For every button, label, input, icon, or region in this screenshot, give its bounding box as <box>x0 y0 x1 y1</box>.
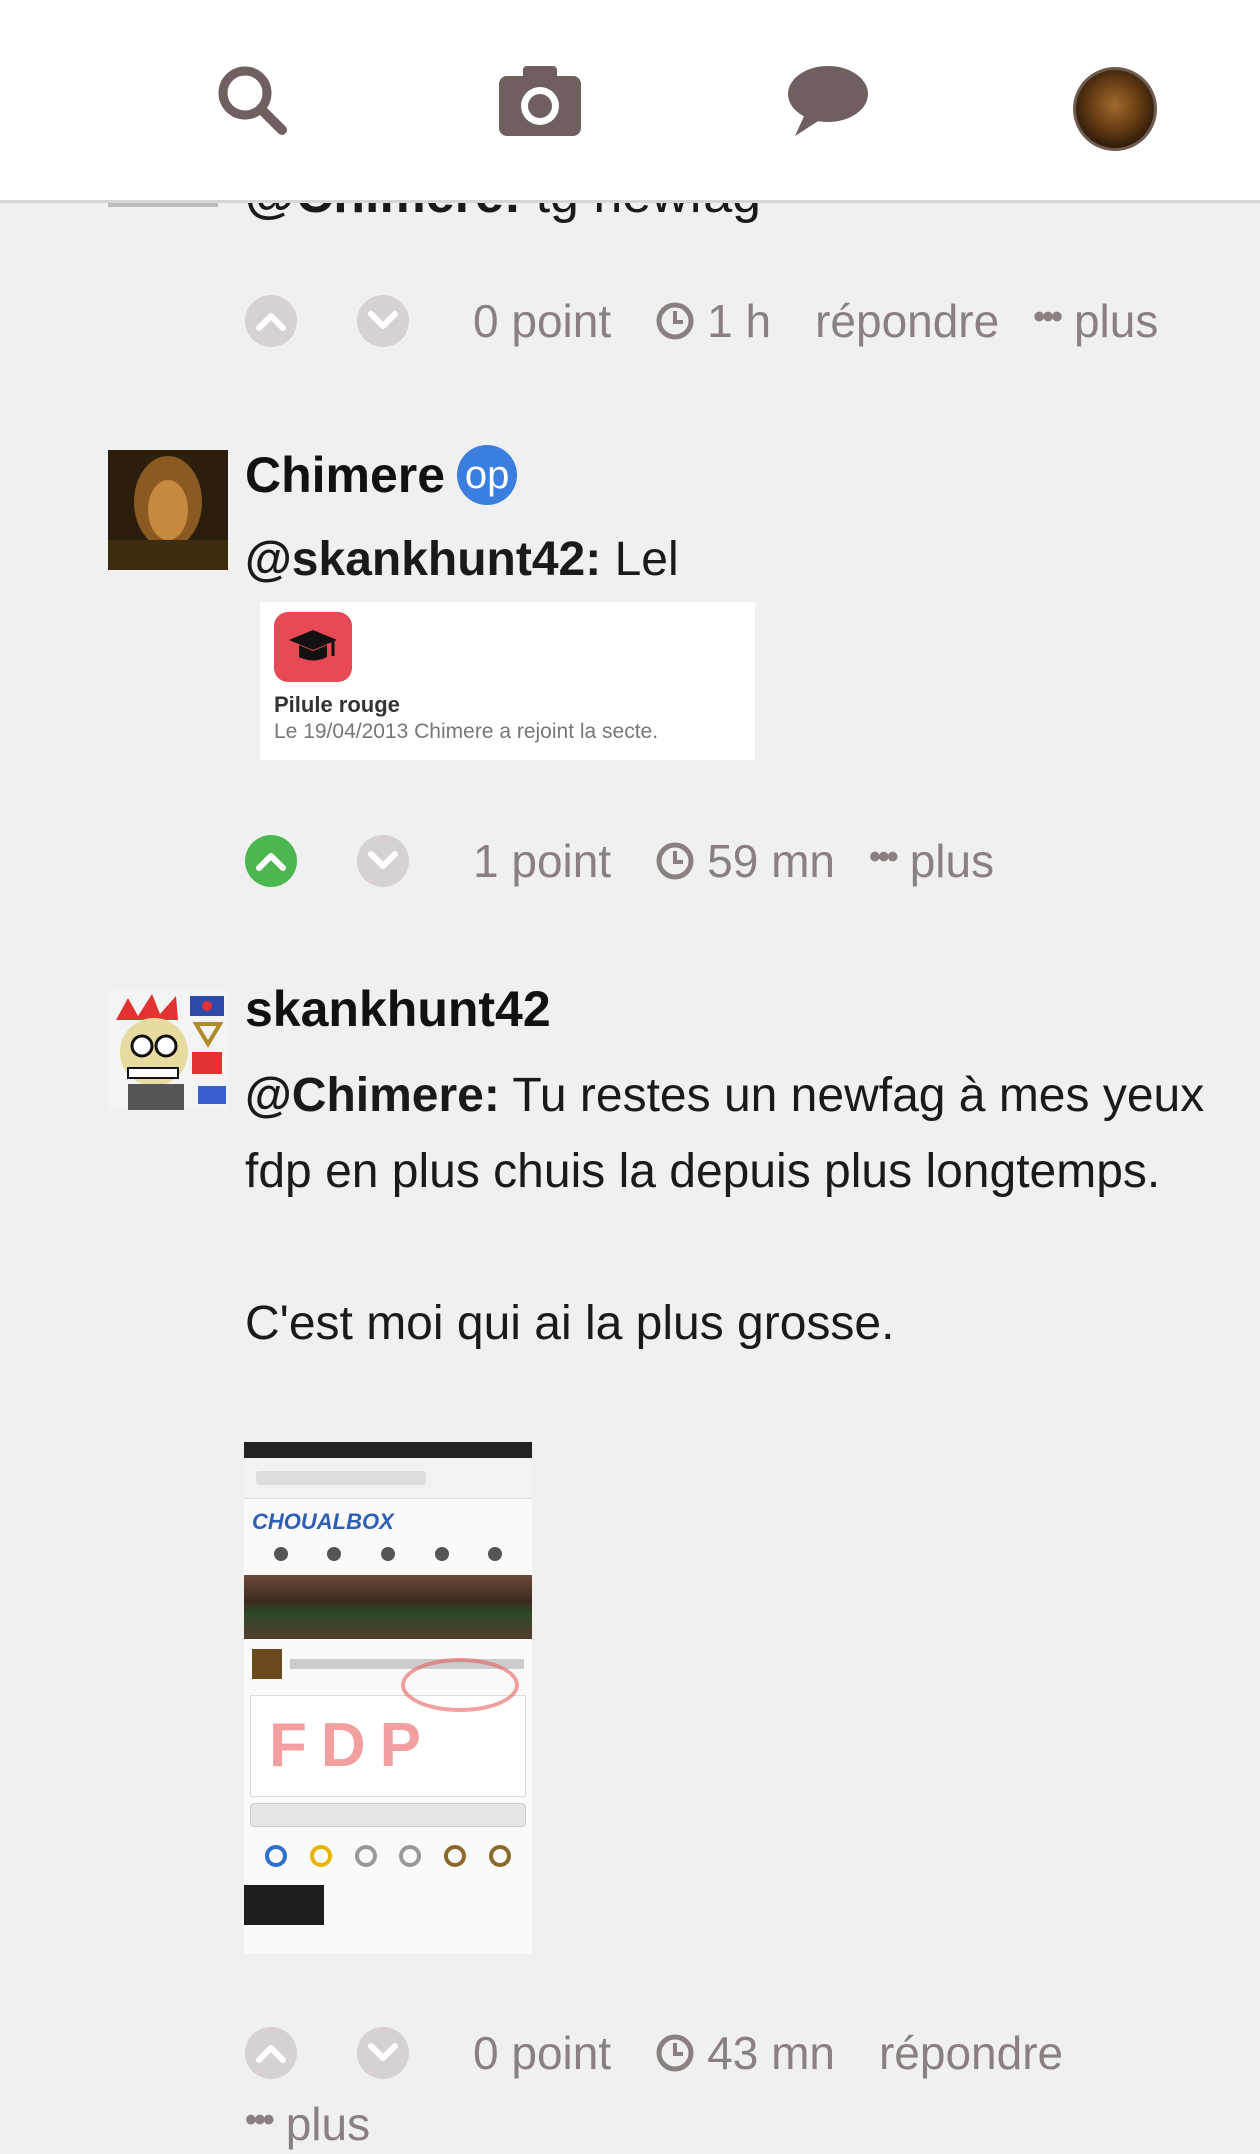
more-menu[interactable]: ••• plus <box>869 834 994 888</box>
reply-link[interactable]: répondre <box>815 294 999 348</box>
search-icon[interactable] <box>207 55 297 145</box>
chevron-down-icon <box>368 851 398 869</box>
points-count: 0 point <box>473 2027 612 2079</box>
mention[interactable]: @skankhunt42: <box>245 533 601 586</box>
chevron-up-icon <box>256 853 286 871</box>
mini-medals <box>244 1833 532 1873</box>
more-label: plus <box>909 835 995 887</box>
comment-actions-overflow: ••• plus <box>245 2094 370 2154</box>
user-avatar[interactable] <box>1073 67 1157 151</box>
points-count: 0 point <box>473 295 612 347</box>
browser-url-bar <box>244 1458 532 1499</box>
clock-icon <box>656 302 694 340</box>
comment-actions: 1 point 59 mn ••• plus <box>245 831 994 891</box>
comment-body: @skankhunt42: Lel <box>245 522 1205 598</box>
comment-paragraph: @Chimere: Tu restes un newfag à mes yeux… <box>245 1058 1205 1210</box>
more-label: plus <box>285 2098 371 2150</box>
comment-actions: 0 point 1 h répondre ••• plus <box>245 291 1158 351</box>
timestamp-text: 59 mn <box>707 835 835 887</box>
comment-actions: 0 point 43 mn répondre <box>245 2023 1063 2083</box>
red-circle-annotation <box>401 1658 519 1712</box>
upvote-button[interactable] <box>245 2027 297 2079</box>
mini-footer-thumb <box>244 1885 324 1925</box>
avatar[interactable] <box>108 990 228 1110</box>
mini-textarea: FDP <box>250 1658 526 1797</box>
avatar[interactable] <box>108 450 228 570</box>
mention[interactable]: @Chimere: <box>245 1069 500 1122</box>
comment-text: Lel <box>614 533 679 586</box>
timestamp: 59 mn <box>655 834 835 888</box>
reply-link[interactable]: répondre <box>879 2026 1063 2080</box>
site-logo: CHOUALBOX <box>252 1509 394 1534</box>
attached-screenshot[interactable]: CHOUALBOX FDP <box>244 1442 532 1954</box>
timestamp: 1 h <box>655 294 771 348</box>
timestamp-text: 1 h <box>707 295 772 347</box>
achievement-embed[interactable]: Pilule rouge Le 19/04/2013 Chimere a rej… <box>260 602 755 760</box>
embed-title: Pilule rouge <box>274 692 400 717</box>
banner-image <box>244 1575 532 1639</box>
more-dots-icon: ••• <box>868 837 899 876</box>
username-text: skankhunt42 <box>245 981 551 1037</box>
more-menu[interactable]: ••• plus <box>1033 294 1158 348</box>
comment-body: @Chimere: Tu restes un newfag à mes yeux… <box>245 1058 1205 1362</box>
chevron-up-icon <box>256 313 286 331</box>
chevron-down-icon <box>368 311 398 329</box>
fdp-annotation: FDP <box>269 1711 435 1780</box>
graduation-cap-icon <box>274 612 352 682</box>
clock-icon <box>656 2034 694 2072</box>
chat-bubble-icon[interactable] <box>783 55 873 145</box>
more-menu[interactable]: ••• plus <box>245 2097 370 2151</box>
clock-icon <box>656 842 694 880</box>
downvote-button[interactable] <box>357 835 409 887</box>
more-label: plus <box>1073 295 1159 347</box>
username-text: Chimere <box>245 447 446 503</box>
embed-description: Le 19/04/2013 Chimere a rejoint la secte… <box>274 720 659 743</box>
mini-button <box>250 1803 526 1827</box>
upvote-button[interactable] <box>245 835 297 887</box>
more-dots-icon: ••• <box>1033 297 1063 336</box>
timestamp: 43 mn <box>655 2026 835 2080</box>
comment-username[interactable]: skankhunt42 <box>245 980 551 1038</box>
comment-username[interactable]: Chimere op <box>245 445 518 505</box>
comment-paragraph: C'est moi qui ai la plus grosse. <box>245 1297 895 1350</box>
chevron-up-icon <box>256 2045 286 2063</box>
downvote-button[interactable] <box>357 295 409 347</box>
mini-nav-icons <box>244 1539 532 1569</box>
top-nav-bar <box>0 0 1260 203</box>
upvote-button[interactable] <box>245 295 297 347</box>
status-bar <box>244 1442 532 1458</box>
camera-icon[interactable] <box>495 55 585 145</box>
chevron-down-icon <box>368 2043 398 2061</box>
downvote-button[interactable] <box>357 2027 409 2079</box>
points-count: 1 point <box>473 835 612 887</box>
op-badge: op <box>457 445 518 505</box>
timestamp-text: 43 mn <box>707 2027 835 2079</box>
